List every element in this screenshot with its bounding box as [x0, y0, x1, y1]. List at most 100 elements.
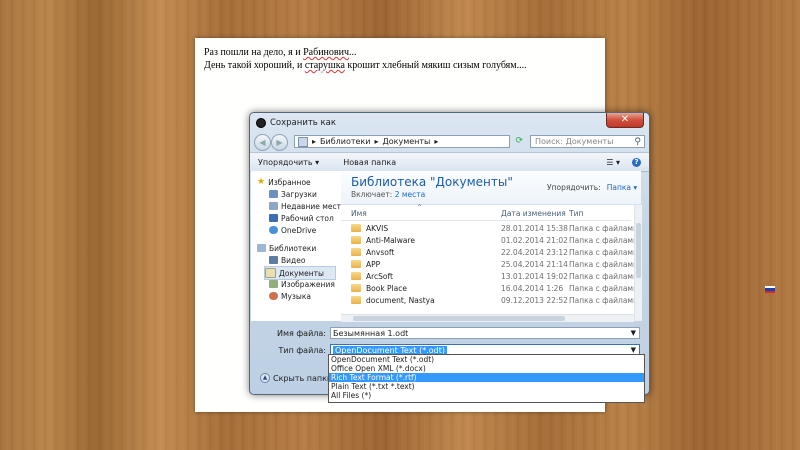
- new-folder-button[interactable]: Новая папка: [343, 158, 396, 167]
- sidebar-item-label: Музыка: [281, 291, 311, 301]
- video-icon: [269, 256, 278, 264]
- sidebar-item-music[interactable]: Музыка: [269, 290, 311, 302]
- music-icon: [269, 292, 278, 300]
- row-name: Anvsoft: [366, 248, 395, 257]
- folder-icon: [351, 284, 361, 292]
- column-header-type[interactable]: Тип: [569, 209, 583, 218]
- row-type: Папка с файлами: [569, 284, 638, 293]
- document-line-1: Раз пошли на дело, я и Рабинович...: [204, 46, 527, 59]
- save-as-dialog: Сохранить как ✕ ◀ ▶ ▸ Библиотеки ▸ Докум…: [249, 112, 650, 395]
- breadcrumb-documents[interactable]: Документы: [382, 137, 430, 146]
- row-date: 09.12.2013 22:52: [501, 296, 568, 305]
- arrange-by: Упорядочить: Папка ▾: [547, 183, 637, 192]
- library-title: Библиотека "Документы": [351, 175, 513, 189]
- filetype-option[interactable]: OpenDocument Text (*.odt): [329, 355, 644, 364]
- row-type: Папка с файлами: [569, 272, 638, 281]
- help-icon[interactable]: ?: [632, 157, 641, 167]
- filename-input[interactable]: Безымянная 1.odt ▼: [330, 327, 640, 339]
- folder-icon: [351, 248, 361, 256]
- sidebar-item-label: Загрузки: [281, 189, 317, 199]
- view-options-icon[interactable]: ☰ ▾: [606, 158, 620, 167]
- folder-icon: [351, 236, 361, 244]
- back-button[interactable]: ◀: [254, 134, 271, 151]
- recent-places-icon: [269, 202, 278, 210]
- filetype-option[interactable]: All Files (*): [329, 391, 644, 400]
- sidebar-item-label: Документы: [279, 268, 324, 278]
- scrollbar-thumb[interactable]: [636, 223, 641, 278]
- column-header-name[interactable]: Имя: [351, 209, 367, 218]
- search-placeholder: Поиск: Документы: [535, 137, 614, 146]
- row-type: Папка с файлами: [569, 260, 638, 269]
- filetype-label: Тип файла:: [278, 346, 326, 355]
- folder-icon: [351, 272, 361, 280]
- line1-prefix: Раз пошли на дело, я и: [204, 47, 304, 58]
- filetype-option[interactable]: Rich Text Format (*.rtf): [329, 373, 644, 382]
- dialog-titlebar[interactable]: Сохранить как: [256, 116, 336, 130]
- table-row[interactable]: Anti-Malware 01.02.2014 21:02 Папка с файл…: [341, 235, 638, 247]
- library-header: Библиотека "Документы" Включает: 2 места…: [341, 171, 641, 205]
- vertical-scrollbar[interactable]: [634, 205, 642, 321]
- sidebar-item-onedrive[interactable]: OneDrive: [269, 224, 316, 236]
- sidebar-item-recent-places[interactable]: Недавние места: [269, 200, 346, 212]
- sidebar-item-favorites[interactable]: ★ Избранное: [257, 176, 311, 188]
- file-list-pane: Библиотека "Документы" Включает: 2 места…: [341, 171, 642, 322]
- line1-suffix: ...: [349, 47, 357, 58]
- column-header-date[interactable]: Дата изменения: [501, 209, 566, 218]
- row-name: document, Nastya: [366, 296, 435, 305]
- document-text[interactable]: Раз пошли на дело, я и Рабинович... День…: [204, 46, 527, 72]
- filetype-option[interactable]: Plain Text (*.txt *.text): [329, 382, 644, 391]
- hide-folders-label: Скрыть папки: [273, 373, 333, 383]
- row-type: Папка с файлами: [569, 248, 638, 257]
- hide-folders-button[interactable]: ▲ Скрыть папки: [260, 373, 332, 383]
- search-icon[interactable]: ⚲: [634, 136, 641, 148]
- downloads-icon: [269, 190, 278, 198]
- includes-label: Включает:: [351, 190, 393, 199]
- arrange-dropdown[interactable]: Папка ▾: [607, 183, 637, 192]
- spellcheck-word: старушка: [304, 60, 345, 71]
- filetype-option[interactable]: Office Open XML (*.docx): [329, 364, 644, 373]
- sidebar-item-downloads[interactable]: Загрузки: [269, 188, 317, 200]
- sidebar-item-pictures[interactable]: Изображения: [269, 278, 335, 290]
- row-name: AKVIS: [366, 224, 389, 233]
- star-icon: ★: [257, 177, 266, 187]
- sidebar-item-label: Рабочий стол: [281, 213, 334, 223]
- dialog-title: Сохранить как: [270, 118, 336, 128]
- russian-flag-icon[interactable]: [765, 286, 775, 293]
- table-row[interactable]: ArcSoft 13.01.2014 19:02 Папка с файлами: [341, 271, 638, 283]
- sidebar-item-label: Видео: [281, 255, 306, 265]
- filename-value: Безымянная 1.odt: [333, 329, 409, 338]
- row-name: Anti-Malware: [366, 236, 416, 245]
- scrollbar-thumb[interactable]: [353, 316, 565, 321]
- sidebar-item-label: OneDrive: [281, 225, 317, 235]
- breadcrumb-separator: ▸: [374, 137, 379, 146]
- sidebar-item-desktop[interactable]: Рабочий стол: [269, 212, 334, 224]
- breadcrumb-libraries[interactable]: Библиотеки: [320, 137, 370, 146]
- line2-prefix: День такой хороший, и: [204, 60, 305, 71]
- table-row[interactable]: Book Place 16.04.2014 1:26 Папка с файлами: [341, 283, 638, 295]
- organize-button[interactable]: Упорядочить ▾: [258, 158, 319, 167]
- horizontal-scrollbar[interactable]: [341, 314, 634, 322]
- pictures-icon: [269, 280, 278, 288]
- row-date: 25.04.2014 21:14: [501, 260, 568, 269]
- app-icon: [256, 118, 266, 128]
- search-input[interactable]: Поиск: Документы ⚲: [530, 135, 645, 148]
- sidebar-item-libraries[interactable]: Библиотеки: [257, 242, 316, 254]
- includes-locations-link[interactable]: 2 места: [395, 190, 426, 199]
- row-date: 28.01.2014 15:38: [501, 224, 568, 233]
- table-row[interactable]: Anvsoft 22.04.2014 23:12 Папка с файлами: [341, 247, 638, 259]
- close-icon: ✕: [620, 114, 630, 125]
- sidebar-item-video[interactable]: Видео: [269, 254, 305, 266]
- table-row[interactable]: document, Nastya 09.12.2013 22:52 Папка с …: [341, 295, 638, 307]
- table-row[interactable]: APP 25.04.2014 21:14 Папка с файлами: [341, 259, 638, 271]
- forward-button[interactable]: ▶: [271, 134, 288, 151]
- refresh-icon[interactable]: ⟳: [515, 136, 523, 146]
- library-includes: Включает: 2 места: [351, 190, 425, 199]
- close-button[interactable]: ✕: [606, 113, 644, 128]
- filename-label: Имя файла:: [276, 329, 326, 338]
- address-bar[interactable]: ▸ Библиотеки ▸ Документы ▸ ⟳: [294, 135, 523, 148]
- chevron-down-icon[interactable]: ▼: [631, 328, 636, 339]
- breadcrumb-separator: ▸: [312, 137, 317, 146]
- table-row[interactable]: AKVIS 28.01.2014 15:38 Папка с файлами: [341, 223, 638, 235]
- sidebar-item-label: Недавние места: [281, 201, 346, 211]
- sidebar-item-label: Библиотеки: [269, 243, 317, 253]
